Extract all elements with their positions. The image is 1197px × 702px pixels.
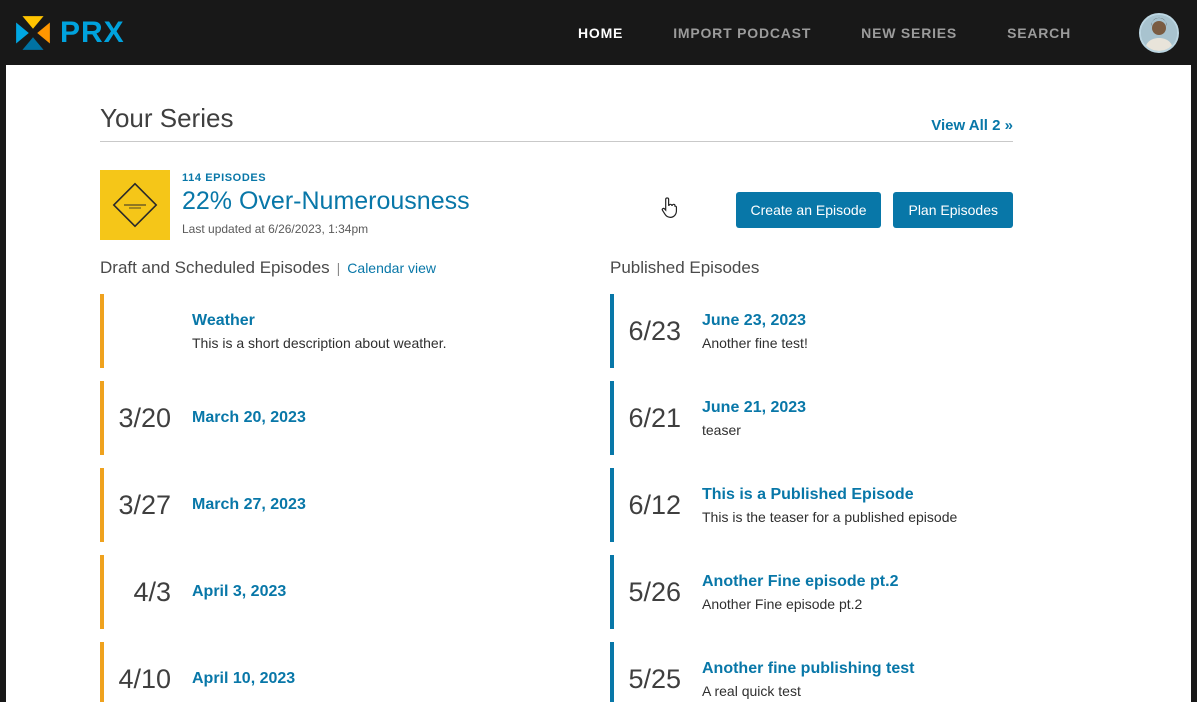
page-title: Your Series: [100, 103, 234, 133]
series-artwork[interactable]: [100, 170, 170, 240]
episode-description: This is the teaser for a published episo…: [702, 508, 958, 525]
episode-title[interactable]: June 23, 2023: [702, 312, 808, 330]
top-nav: PRX HOME IMPORT PODCAST NEW SERIES SEARC…: [0, 0, 1197, 65]
drafts-list: Weather This is a short description abou…: [100, 294, 610, 702]
episode-title[interactable]: This is a Published Episode: [702, 486, 957, 504]
episode-description: teaser: [702, 421, 741, 438]
episode-text: April 10, 2023: [192, 670, 313, 688]
series-info: 114 EPISODES 22% Over-Numerousness Last …: [182, 170, 470, 236]
episodes-count: 114 EPISODES: [182, 172, 267, 184]
published-episode-row[interactable]: 6/12 This is a Published Episode This is…: [610, 468, 1013, 542]
episode-date: 3/20: [118, 402, 171, 433]
draft-episode-row[interactable]: 4/3 April 3, 2023: [100, 555, 610, 629]
published-list: 6/23 June 23, 2023 Another fine test! 6/…: [610, 294, 1013, 702]
draft-episode-row[interactable]: 4/10 April 10, 2023: [100, 642, 610, 702]
episode-text: June 21, 2023 teaser: [702, 399, 824, 438]
drafts-heading: Draft and Scheduled Episodes: [100, 258, 330, 277]
episode-description: Another Fine episode pt.2: [702, 595, 863, 612]
calendar-view-link[interactable]: Calendar view: [347, 260, 436, 276]
episode-title[interactable]: March 27, 2023: [192, 496, 306, 514]
episode-date: 5/26: [628, 576, 681, 607]
episode-description: A real quick test: [702, 682, 801, 699]
published-heading-row: Published Episodes: [610, 258, 1013, 278]
drafts-heading-row: Draft and Scheduled Episodes | Calendar …: [100, 258, 610, 278]
prx-logo-icon: [14, 14, 52, 52]
draft-episode-row[interactable]: Weather This is a short description abou…: [100, 294, 610, 368]
published-episode-row[interactable]: 5/25 Another fine publishing test A real…: [610, 642, 1013, 702]
nav-item-home[interactable]: HOME: [578, 25, 623, 41]
view-all-link[interactable]: View All 2 »: [931, 117, 1013, 134]
main-content: Your Series View All 2 » 114 EPISODES 22…: [6, 65, 1191, 702]
episode-title[interactable]: April 10, 2023: [192, 670, 295, 688]
episode-title[interactable]: Another fine publishing test: [702, 660, 914, 678]
draft-episode-row[interactable]: 3/27 March 27, 2023: [100, 468, 610, 542]
episode-date: 4/3: [133, 576, 171, 607]
draft-episode-row[interactable]: 3/20 March 20, 2023: [100, 381, 610, 455]
series-card: 114 EPISODES 22% Over-Numerousness Last …: [100, 170, 1013, 240]
create-episode-button[interactable]: Create an Episode: [735, 192, 882, 228]
episode-date: 3/27: [118, 489, 171, 520]
published-column: Published Episodes 6/23 June 23, 2023 An…: [610, 258, 1013, 702]
brand-text: PRX: [60, 15, 125, 49]
episode-text: This is a Published Episode This is the …: [702, 486, 975, 525]
episode-text: March 27, 2023: [192, 496, 324, 514]
episode-title[interactable]: April 3, 2023: [192, 583, 286, 601]
nav-item-new-series[interactable]: NEW SERIES: [861, 25, 957, 41]
episode-date: 6/23: [628, 315, 681, 346]
episode-text: March 20, 2023: [192, 409, 324, 427]
last-updated: Last updated at 6/26/2023, 1:34pm: [182, 222, 369, 236]
published-episode-row[interactable]: 6/21 June 21, 2023 teaser: [610, 381, 1013, 455]
your-series-section: Your Series View All 2 » 114 EPISODES 22…: [6, 65, 1013, 702]
episode-title[interactable]: Weather: [192, 312, 446, 330]
episode-date: 6/12: [628, 489, 681, 520]
episode-text: Another fine publishing test A real quic…: [702, 660, 932, 699]
episode-text: Another Fine episode pt.2 Another Fine e…: [702, 573, 916, 612]
episode-date: 4/10: [118, 663, 171, 694]
nav-item-search[interactable]: SEARCH: [1007, 25, 1071, 41]
series-title[interactable]: 22% Over-Numerousness: [182, 187, 470, 216]
episode-title[interactable]: Another Fine episode pt.2: [702, 573, 898, 591]
published-heading: Published Episodes: [610, 258, 760, 277]
episode-text: Weather This is a short description abou…: [192, 312, 464, 351]
plan-episodes-button[interactable]: Plan Episodes: [893, 192, 1013, 228]
section-header: Your Series View All 2 »: [100, 103, 1013, 142]
drafts-column: Draft and Scheduled Episodes | Calendar …: [100, 258, 610, 702]
episode-title[interactable]: March 20, 2023: [192, 409, 306, 427]
published-episode-row[interactable]: 5/26 Another Fine episode pt.2 Another F…: [610, 555, 1013, 629]
episode-text: June 23, 2023 Another fine test!: [702, 312, 826, 351]
prx-logo[interactable]: PRX: [14, 14, 125, 52]
episode-date: 5/25: [628, 663, 681, 694]
episode-description: Another fine test!: [702, 334, 808, 351]
heading-separator: |: [336, 260, 341, 276]
nav-menu: HOME IMPORT PODCAST NEW SERIES SEARCH: [578, 25, 1071, 41]
nav-item-import-podcast[interactable]: IMPORT PODCAST: [673, 25, 811, 41]
episode-columns: Draft and Scheduled Episodes | Calendar …: [100, 258, 1013, 702]
series-actions: Create an Episode Plan Episodes: [735, 192, 1013, 228]
user-avatar[interactable]: [1139, 12, 1179, 53]
episode-description: This is a short description about weathe…: [192, 334, 447, 351]
episode-title[interactable]: June 21, 2023: [702, 399, 806, 417]
episode-text: April 3, 2023: [192, 583, 304, 601]
published-episode-row[interactable]: 6/23 June 23, 2023 Another fine test!: [610, 294, 1013, 368]
episode-date: 6/21: [628, 402, 681, 433]
